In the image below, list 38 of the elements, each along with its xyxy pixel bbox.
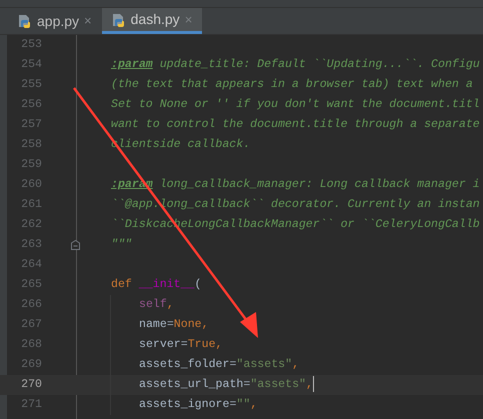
code-line: def __init__( xyxy=(111,277,202,294)
python-file-icon xyxy=(18,14,32,28)
line-number: 267 xyxy=(20,317,42,334)
line-number: 263 xyxy=(20,237,42,254)
line-number: 253 xyxy=(20,37,42,54)
editor-tab[interactable]: app.py × xyxy=(8,8,102,34)
code-line: assets_url_path="assets", xyxy=(139,377,313,394)
code-line: name=None, xyxy=(139,317,209,334)
code-line: assets_ignore="", xyxy=(139,397,258,414)
line-number: 266 xyxy=(20,297,42,314)
line-number: 256 xyxy=(20,97,42,114)
editor-tab[interactable]: dash.py × xyxy=(102,8,202,34)
line-number: 271 xyxy=(20,397,42,414)
line-number: 268 xyxy=(20,337,42,354)
code-line: :param update_title: Default ``Updating...``. Configu xyxy=(111,57,480,74)
line-number: 258 xyxy=(20,137,42,154)
line-number: 265 xyxy=(20,277,42,294)
line-number: 269 xyxy=(20,357,42,374)
python-file-icon xyxy=(112,12,126,26)
code-line: Set to None or '' if you don't want the document.titl xyxy=(111,97,480,114)
close-icon[interactable]: × xyxy=(84,11,92,31)
line-number: 261 xyxy=(20,197,42,214)
line-number: 255 xyxy=(20,77,42,94)
code-line: assets_folder="assets", xyxy=(139,357,300,374)
line-number: 260 xyxy=(20,177,42,194)
code-line: server=True, xyxy=(139,337,223,354)
line-number: 262 xyxy=(20,217,42,234)
code-line: """ xyxy=(111,237,132,254)
fold-icon[interactable] xyxy=(70,240,80,250)
line-number: 259 xyxy=(20,157,42,174)
line-number: 257 xyxy=(20,117,42,134)
code-line: want to control the document.title through a separate xyxy=(111,117,480,134)
line-number: 254 xyxy=(20,57,42,74)
text-cursor xyxy=(312,376,314,392)
line-number: 270 xyxy=(20,377,42,394)
code-line: (the text that appears in a browser tab) text when a xyxy=(111,77,473,94)
code-line: self, xyxy=(139,297,174,314)
line-number: 264 xyxy=(20,257,42,274)
